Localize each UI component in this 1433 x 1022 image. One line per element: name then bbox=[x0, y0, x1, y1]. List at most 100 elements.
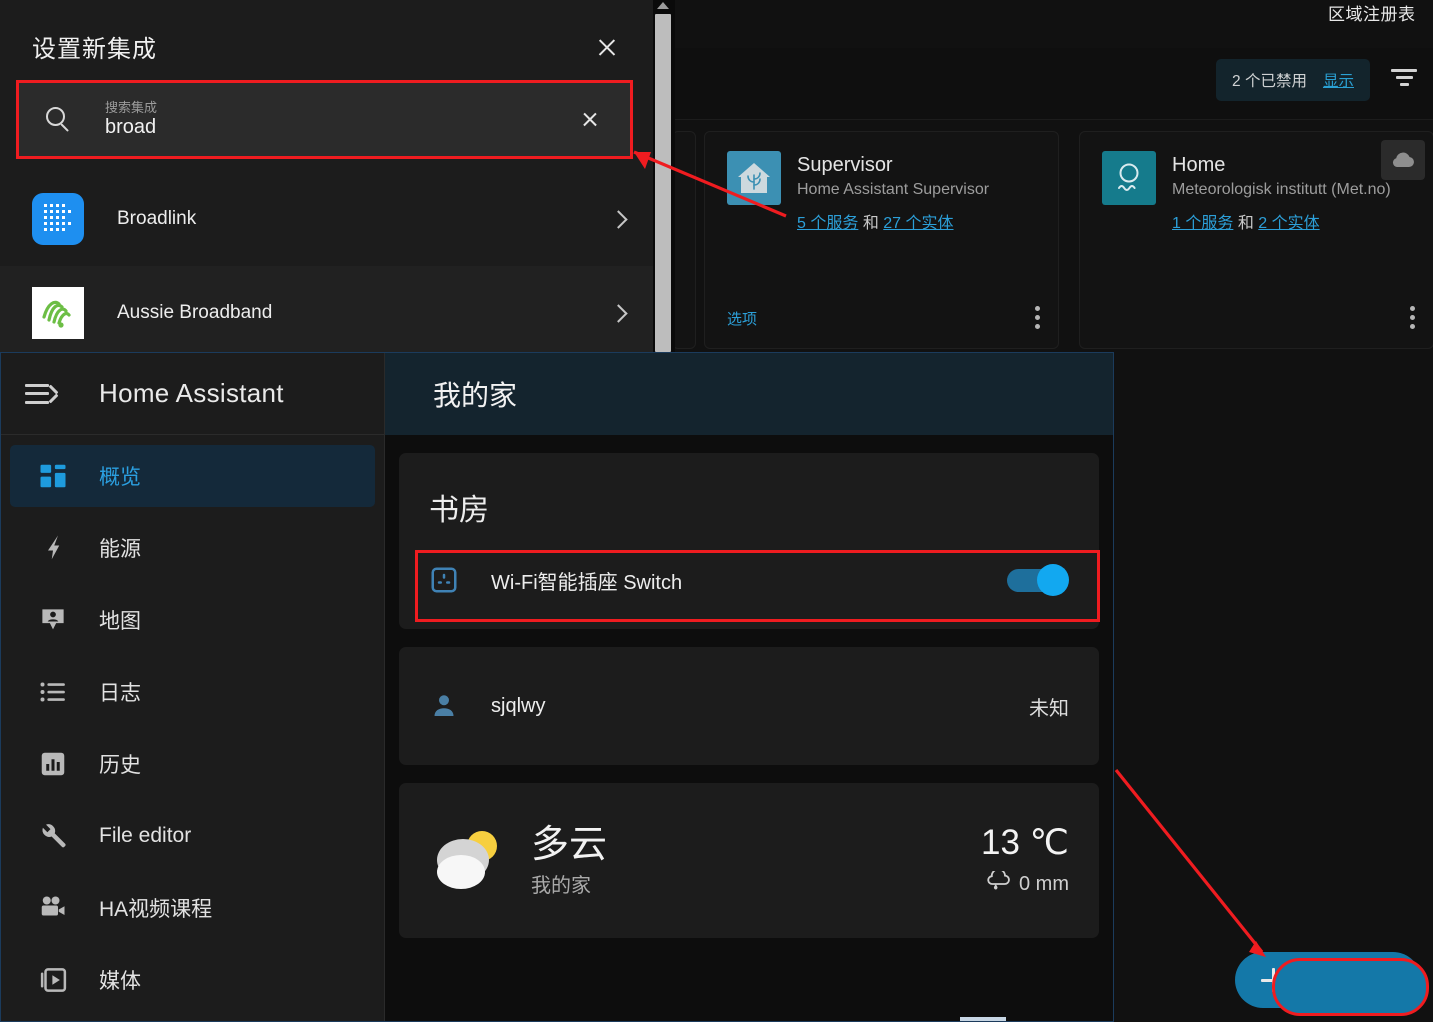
dashboard-main: 我的家 书房 Wi-Fi智能插座 Switch sjqlwy 未知 多云 我的家… bbox=[385, 353, 1113, 1021]
close-icon[interactable] bbox=[594, 34, 620, 60]
services-link[interactable]: 5 个服务 bbox=[797, 215, 858, 232]
weather-text: 多云 我的家 bbox=[531, 823, 607, 898]
dashboard-header: 我的家 bbox=[385, 353, 1113, 435]
person-card: sjqlwy 未知 bbox=[399, 647, 1099, 765]
overflow-menu-icon[interactable] bbox=[1410, 306, 1415, 333]
view-dashboard-icon bbox=[33, 461, 73, 491]
home-assistant-window: Home Assistant 概览 能源 地图 日志 历史 File edito… bbox=[0, 352, 1114, 1022]
entities-link[interactable]: 2 个实体 bbox=[1258, 215, 1319, 232]
sidebar: Home Assistant 概览 能源 地图 日志 历史 File edito… bbox=[1, 353, 385, 1021]
scroll-up-arrow-icon[interactable] bbox=[657, 2, 669, 9]
integration-links: 1 个服务 和 2 个实体 bbox=[1172, 212, 1391, 236]
list-item[interactable]: Aussie Broadband bbox=[0, 266, 653, 360]
format-list-bulleted-icon bbox=[33, 677, 73, 707]
weather-precipitation: 0 mm bbox=[981, 867, 1069, 899]
area-title: 书房 bbox=[429, 494, 489, 527]
person-name: sjqlwy bbox=[491, 694, 546, 717]
sidebar-header: Home Assistant bbox=[1, 353, 384, 435]
hamburger-collapse-icon[interactable] bbox=[25, 383, 59, 405]
add-integration-button[interactable]: 添加集成 bbox=[1235, 952, 1421, 1008]
list-item-label: Broadlink bbox=[117, 208, 197, 229]
sidebar-item-label: File editor bbox=[99, 824, 192, 847]
dialog-title: 设置新集成 bbox=[32, 36, 157, 63]
sidebar-item-media[interactable]: 媒体 bbox=[10, 949, 375, 1011]
list-item[interactable]: Broadlink bbox=[0, 172, 653, 266]
aussie-broadband-logo bbox=[32, 287, 84, 339]
integration-card-home-metno[interactable]: Home Meteorologisk institutt (Met.no) 1 … bbox=[1079, 131, 1433, 349]
met-no-logo bbox=[1102, 151, 1156, 205]
weather-location: 我的家 bbox=[531, 875, 591, 897]
app-brand: Home Assistant bbox=[99, 378, 284, 408]
page-scrollbar[interactable] bbox=[653, 0, 675, 352]
wrench-icon bbox=[33, 821, 73, 851]
list-item-label: Aussie Broadband bbox=[117, 302, 273, 323]
integration-links: 5 个服务 和 27 个实体 bbox=[797, 212, 989, 236]
filter-icon[interactable] bbox=[1389, 69, 1419, 93]
area-card-study: 书房 Wi-Fi智能插座 Switch bbox=[399, 453, 1099, 629]
map-marker-account-icon bbox=[33, 605, 73, 635]
entity-toggle-switch[interactable] bbox=[1007, 563, 1069, 597]
weather-card: 多云 我的家 13 ℃ 0 mm bbox=[399, 783, 1099, 938]
integration-results-list: Broadlink Aussie Broadband bbox=[0, 172, 653, 360]
power-socket-icon bbox=[429, 565, 463, 595]
links-conjunction: 和 bbox=[1237, 215, 1254, 232]
sidebar-nav: 概览 能源 地图 日志 历史 File editor HA视频课程 媒体 bbox=[1, 435, 384, 1011]
entity-row-person[interactable]: sjqlwy 未知 bbox=[399, 675, 1099, 737]
add-integration-dialog: 设置新集成 搜索集成 broad Broadlink Aussie Broadb… bbox=[0, 0, 653, 360]
precipitation-value: 0 mm bbox=[1019, 873, 1069, 895]
sidebar-item-history[interactable]: 历史 bbox=[10, 733, 375, 795]
entity-name: Wi-Fi智能插座 Switch bbox=[491, 571, 683, 594]
show-disabled-link[interactable]: 显示 bbox=[1323, 69, 1354, 91]
plus-icon bbox=[1261, 968, 1285, 992]
add-integration-label: 添加集成 bbox=[1307, 970, 1391, 993]
integration-subtitle: Home Assistant Supervisor bbox=[797, 181, 990, 198]
scrollbar-thumb[interactable] bbox=[655, 14, 671, 352]
sidebar-item-label: HA视频课程 bbox=[99, 898, 213, 921]
chart-box-icon bbox=[33, 749, 73, 779]
screen: 区域注册表 2 个已禁用 显示 Supervisor Home Assistan… bbox=[0, 0, 1433, 1022]
integration-options-button[interactable]: 选项 bbox=[727, 308, 757, 329]
sidebar-item-logbook[interactable]: 日志 bbox=[10, 661, 375, 723]
integration-title: Home bbox=[1172, 154, 1226, 176]
sidebar-item-label: 能源 bbox=[99, 538, 141, 561]
search-integration-field[interactable]: 搜索集成 broad bbox=[17, 81, 632, 159]
sidebar-item-map[interactable]: 地图 bbox=[10, 589, 375, 651]
integrations-topbar: 区域注册表 bbox=[660, 0, 1433, 48]
disabled-integrations-badge: 2 个已禁用 显示 bbox=[1216, 59, 1370, 101]
integration-title: Supervisor bbox=[797, 154, 893, 176]
weather-temperature: 13 ℃ bbox=[981, 822, 1069, 862]
sidebar-item-ha-video-course[interactable]: HA视频课程 bbox=[10, 877, 375, 939]
lightning-bolt-icon bbox=[33, 533, 73, 563]
weather-partly-cloudy-icon bbox=[429, 824, 515, 898]
chevron-right-icon[interactable] bbox=[612, 304, 623, 322]
integration-subtitle: Meteorologisk institutt (Met.no) bbox=[1172, 181, 1391, 198]
sidebar-item-label: 地图 bbox=[99, 610, 141, 633]
search-input-label: 搜索集成 bbox=[105, 100, 158, 115]
play-box-icon bbox=[33, 965, 73, 995]
weather-values: 13 ℃ 0 mm bbox=[981, 823, 1069, 899]
integration-card-partial bbox=[672, 131, 696, 349]
page-title: 我的家 bbox=[433, 380, 518, 411]
sidebar-item-label: 历史 bbox=[99, 754, 141, 777]
sidebar-item-energy[interactable]: 能源 bbox=[10, 517, 375, 579]
weather-state: 多云 bbox=[531, 824, 608, 866]
clear-icon[interactable] bbox=[579, 109, 600, 130]
search-input[interactable]: broad bbox=[105, 116, 156, 139]
search-icon bbox=[46, 107, 72, 133]
services-link[interactable]: 1 个服务 bbox=[1172, 215, 1233, 232]
entity-row-switch[interactable]: Wi-Fi智能插座 Switch bbox=[399, 549, 1099, 611]
account-icon bbox=[429, 691, 463, 721]
breadcrumb: 区域注册表 bbox=[1328, 5, 1416, 24]
entities-link[interactable]: 27 个实体 bbox=[883, 215, 953, 232]
chevron-right-icon[interactable] bbox=[612, 210, 623, 228]
movie-camera-icon bbox=[33, 893, 73, 923]
weather-rainy-icon bbox=[986, 867, 1012, 899]
window-bottom-indicator bbox=[960, 1017, 1006, 1021]
sidebar-item-overview[interactable]: 概览 bbox=[10, 445, 375, 507]
integration-card-supervisor[interactable]: Supervisor Home Assistant Supervisor 5 个… bbox=[704, 131, 1059, 349]
cloud-icon bbox=[1381, 140, 1425, 180]
overflow-menu-icon[interactable] bbox=[1035, 306, 1040, 333]
disabled-count-label: 2 个已禁用 bbox=[1232, 73, 1307, 90]
sidebar-item-file-editor[interactable]: File editor bbox=[10, 805, 375, 867]
person-state: 未知 bbox=[1029, 697, 1069, 720]
